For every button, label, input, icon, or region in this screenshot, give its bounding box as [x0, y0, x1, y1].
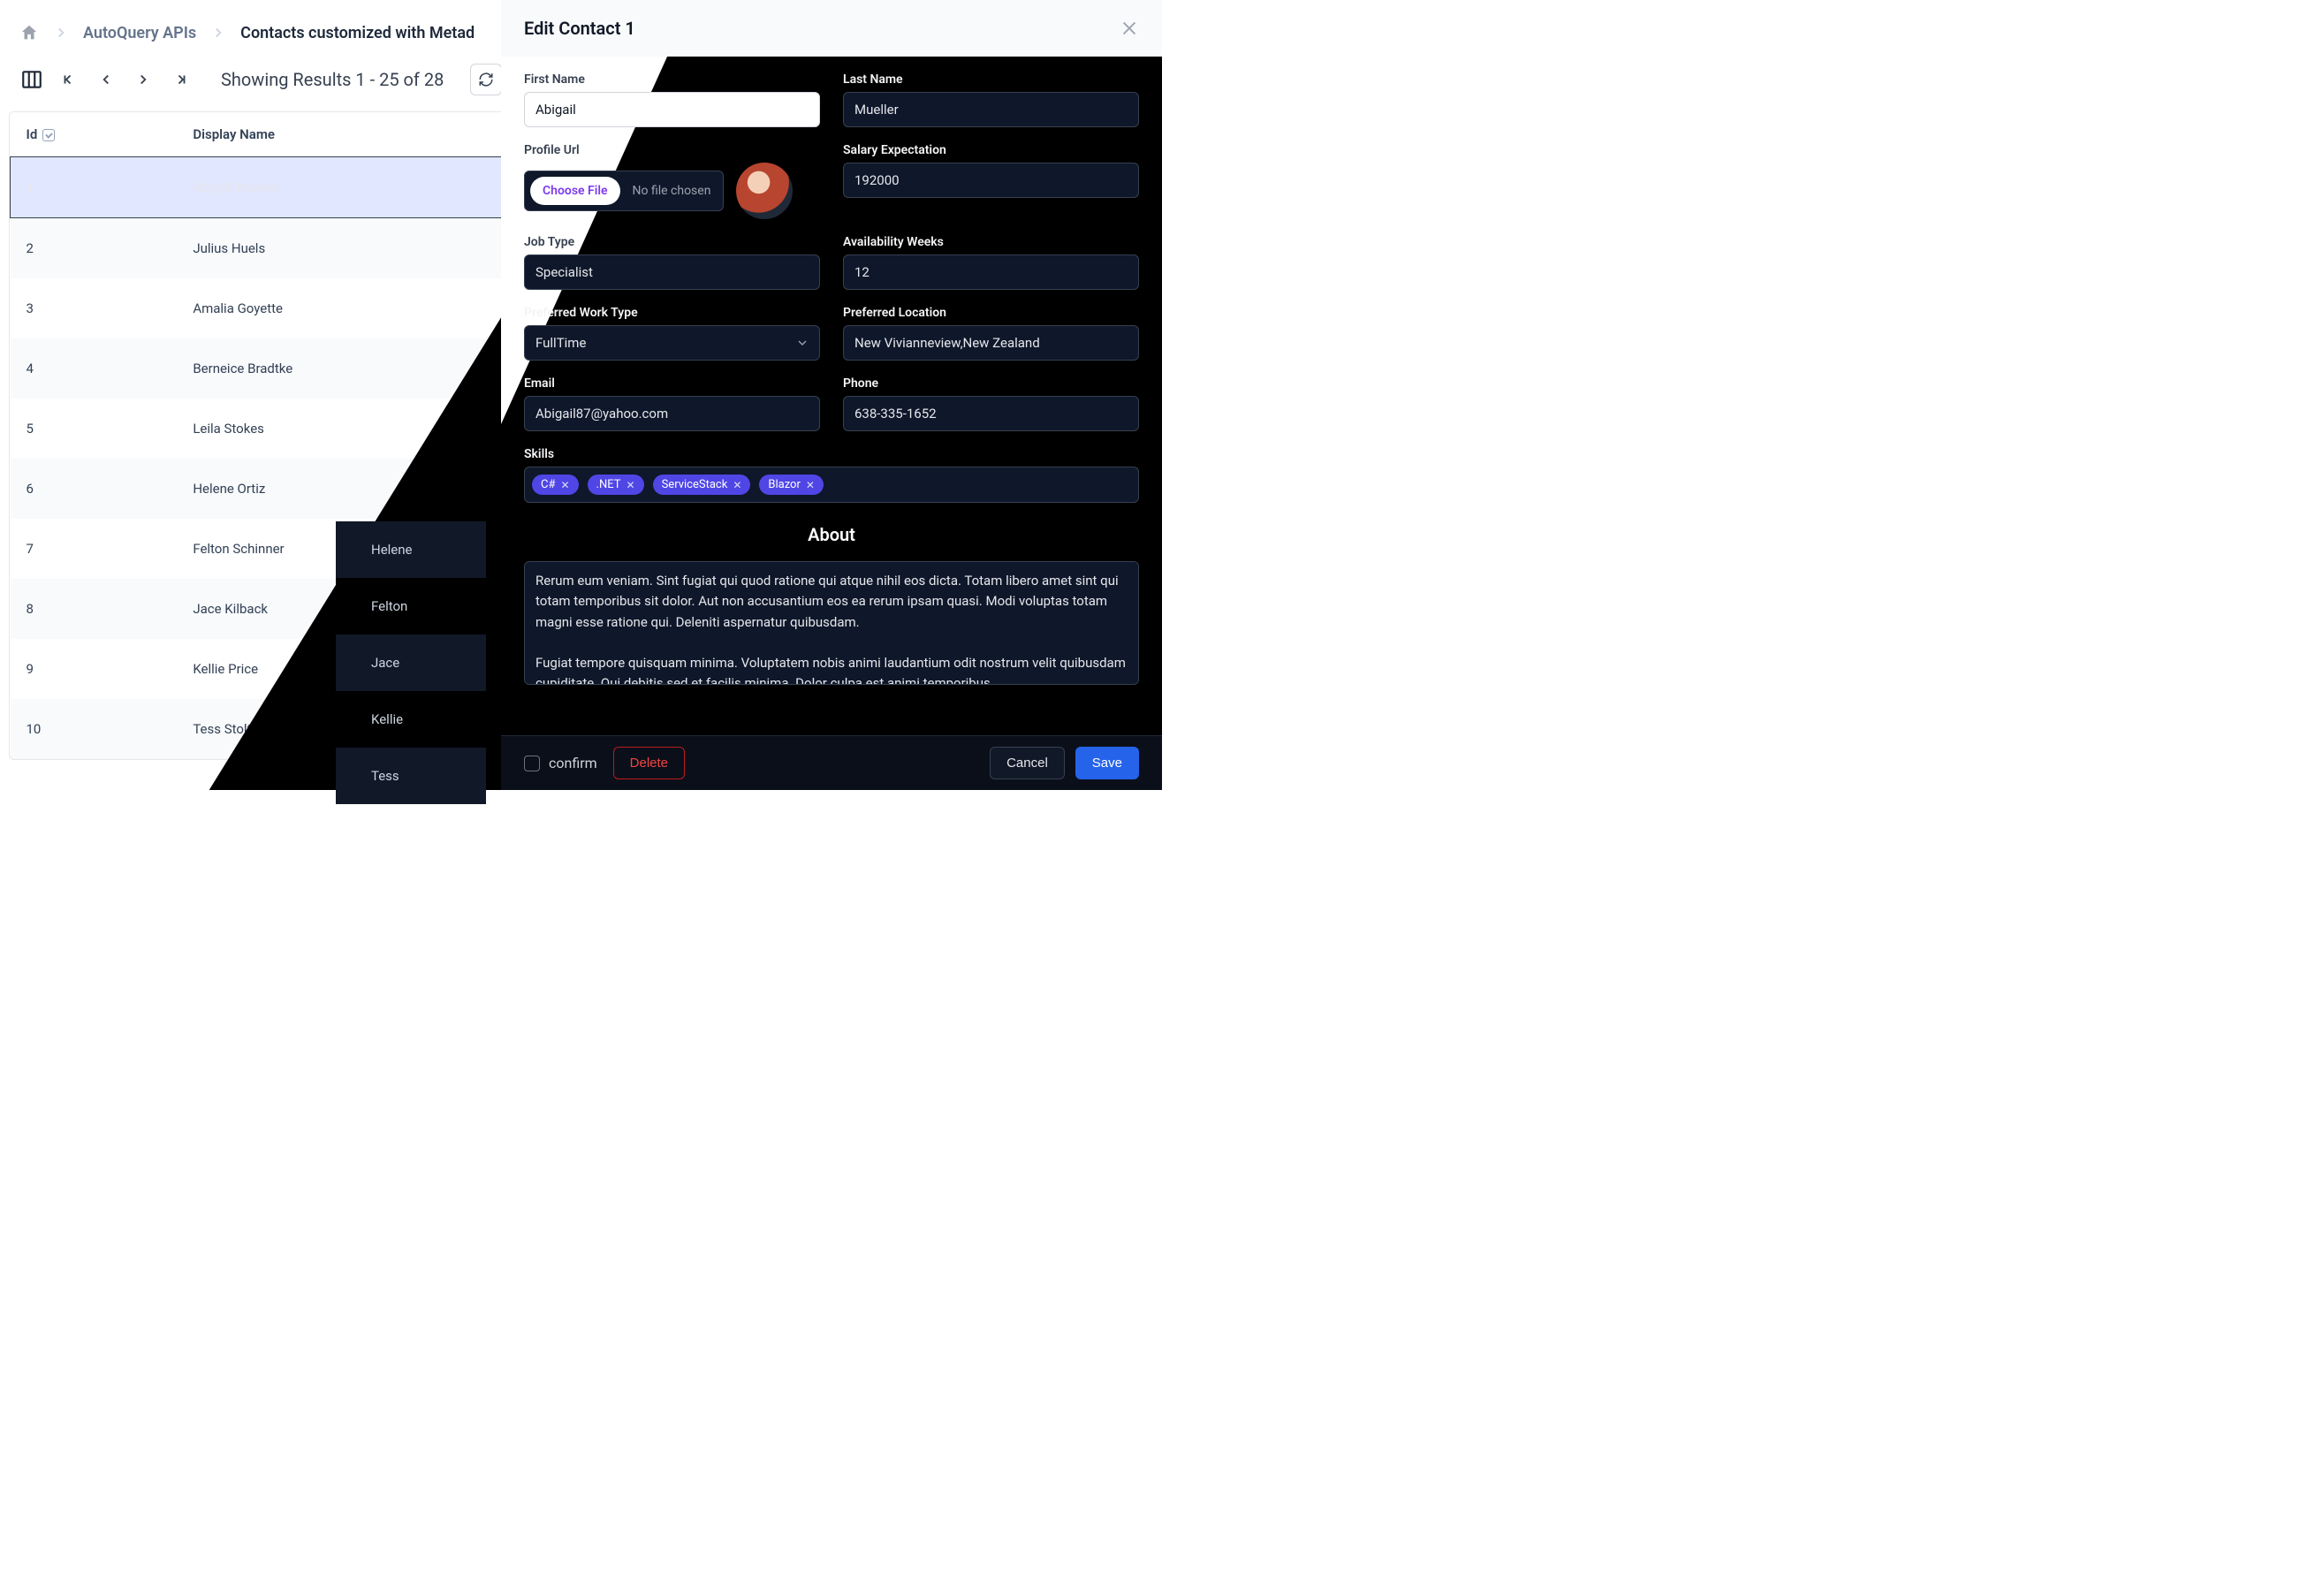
last-name-input[interactable] — [843, 92, 1139, 127]
column-header-display-name[interactable]: Display Name — [177, 112, 538, 157]
first-name-input[interactable] — [524, 92, 820, 127]
label-email: Email — [524, 376, 820, 391]
cell-id: 7 — [11, 519, 178, 579]
results-summary: Showing Results 1 - 25 of 28 — [205, 69, 452, 90]
cell-id: 3 — [11, 278, 178, 338]
edit-contact-panel: Edit Contact 1 First Name Last Name Prof… — [501, 0, 1162, 790]
about-textarea[interactable] — [524, 561, 1139, 685]
pref-work-type-select[interactable] — [524, 325, 820, 361]
tag-remove-icon[interactable]: ✕ — [627, 479, 635, 491]
tag-label: ServiceStack — [662, 478, 728, 491]
job-type-input[interactable] — [524, 254, 820, 290]
pref-location-input[interactable] — [843, 325, 1139, 361]
tag-label: .NET — [596, 478, 621, 491]
skill-tag[interactable]: C# ✕ — [532, 475, 579, 495]
table-cell: Helene — [336, 521, 486, 578]
panel-title: Edit Contact 1 — [524, 18, 635, 39]
tag-label: C# — [541, 478, 555, 491]
delete-button[interactable]: Delete — [613, 747, 685, 779]
label-profile-url: Profile Url — [524, 143, 820, 157]
cell-id: 5 — [11, 399, 178, 459]
label-skills: Skills — [524, 447, 1139, 461]
confirm-label: confirm — [549, 755, 597, 771]
phone-input[interactable] — [843, 396, 1139, 431]
cancel-button[interactable]: Cancel — [990, 747, 1065, 779]
table-cell: Kellie — [336, 691, 486, 748]
choose-file-button[interactable]: Choose File — [530, 177, 620, 205]
about-heading: About — [524, 524, 1139, 545]
tag-remove-icon[interactable]: ✕ — [733, 479, 741, 491]
cell-id: 1 — [11, 157, 178, 218]
skill-tag[interactable]: Blazor ✕ — [759, 475, 824, 495]
tag-remove-icon[interactable]: ✕ — [806, 479, 815, 491]
cell-id: 2 — [11, 218, 178, 279]
label-salary: Salary Expectation — [843, 143, 1139, 157]
columns-button[interactable] — [19, 67, 44, 92]
cell-display-name: Amalia Goyette — [177, 278, 538, 338]
salary-input[interactable] — [843, 163, 1139, 198]
label-pref-work-type: Preferred Work Type — [524, 306, 820, 320]
confirm-checkbox[interactable] — [524, 756, 540, 771]
tag-label: Blazor — [768, 478, 801, 491]
table-cell: Felton — [336, 578, 486, 634]
cell-id: 10 — [11, 699, 178, 759]
page-first-button[interactable] — [57, 67, 81, 92]
file-input[interactable]: Choose File No file chosen — [524, 171, 724, 211]
label-phone: Phone — [843, 376, 1139, 391]
table-cell: Tess — [336, 748, 486, 804]
page-last-button[interactable] — [168, 67, 193, 92]
table-cell: Jace — [336, 634, 486, 691]
label-first-name: First Name — [524, 72, 820, 87]
cell-id: 8 — [11, 579, 178, 639]
no-file-text: No file chosen — [620, 184, 711, 198]
close-icon[interactable] — [1120, 19, 1139, 38]
breadcrumb-item-apis[interactable]: AutoQuery APIs — [83, 24, 196, 42]
label-avail-weeks: Availability Weeks — [843, 235, 1139, 249]
chevron-right-icon — [210, 25, 226, 41]
cell-id: 9 — [11, 639, 178, 699]
home-icon[interactable] — [19, 23, 39, 42]
label-last-name: Last Name — [843, 72, 1139, 87]
sort-icon — [42, 129, 55, 141]
breadcrumb-item-current: Contacts customized with Metad — [240, 24, 475, 42]
cell-display-name: Abigail Mueller — [177, 157, 538, 218]
page-prev-button[interactable] — [94, 67, 118, 92]
skill-tag[interactable]: ServiceStack ✕ — [653, 475, 751, 495]
page-next-button[interactable] — [131, 67, 156, 92]
skills-tag-input[interactable]: C# ✕ .NET ✕ ServiceStack ✕ Blazor ✕ — [524, 467, 1139, 503]
refresh-button[interactable] — [470, 64, 502, 95]
cell-id: 4 — [11, 338, 178, 399]
dark-first-name-column: Helene Felton Jace Kellie Tess — [336, 521, 486, 804]
skill-tag[interactable]: .NET ✕ — [588, 475, 644, 495]
label-pref-location: Preferred Location — [843, 306, 1139, 320]
avail-weeks-input[interactable] — [843, 254, 1139, 290]
cell-id: 6 — [11, 459, 178, 519]
label-job-type: Job Type — [524, 235, 820, 249]
email-input[interactable] — [524, 396, 820, 431]
tag-remove-icon[interactable]: ✕ — [560, 479, 569, 491]
chevron-right-icon — [53, 25, 69, 41]
cell-display-name: Julius Huels — [177, 218, 538, 279]
profile-avatar-preview — [736, 163, 793, 219]
save-button[interactable]: Save — [1075, 747, 1139, 779]
column-header-id[interactable]: Id — [11, 112, 178, 157]
